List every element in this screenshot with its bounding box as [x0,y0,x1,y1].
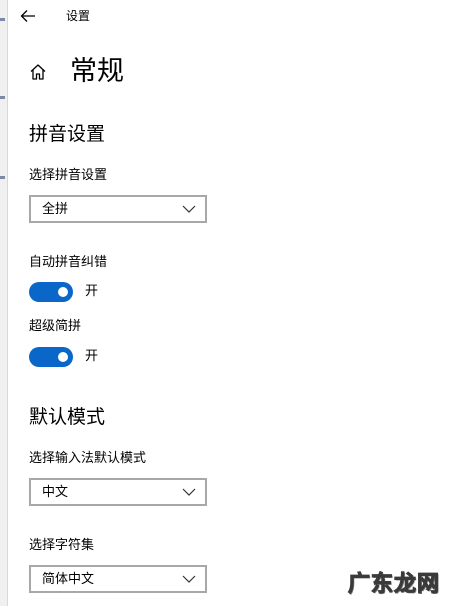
title-bar: 设置 [0,0,470,32]
chevron-down-icon [182,205,196,213]
super-jianpin-row: 开 [29,346,98,368]
back-button[interactable] [14,4,42,28]
super-jianpin-label: 超级简拼 [29,319,82,334]
home-icon [28,61,50,83]
toggle-knob [58,287,68,297]
pinyin-select[interactable]: 全拼 [29,195,207,223]
chevron-down-icon [182,488,196,496]
default-mode-select[interactable]: 中文 [29,478,207,506]
pinyin-select-value: 全拼 [42,202,69,217]
toggle-knob [58,352,68,362]
auto-correct-label: 自动拼音纠错 [29,255,108,270]
section-title-default-mode: 默认模式 [29,406,106,428]
super-jianpin-state: 开 [85,349,99,364]
edge-mark [0,176,5,179]
pinyin-select-label: 选择拼音设置 [29,168,108,183]
auto-correct-toggle[interactable] [29,282,73,302]
default-mode-select-value: 中文 [42,485,69,500]
default-mode-select-label: 选择输入法默认模式 [29,451,147,466]
edge-mark [0,96,5,99]
back-arrow-icon [20,10,35,22]
page-header: 常规 [28,52,124,92]
chevron-down-icon [182,575,196,583]
section-title-pinyin: 拼音设置 [29,123,106,145]
super-jianpin-toggle[interactable] [29,347,73,367]
watermark: 广东龙网 [347,572,440,598]
charset-select[interactable]: 简体中文 [29,565,207,593]
charset-select-label: 选择字符集 [29,538,95,553]
auto-correct-state: 开 [85,284,99,299]
settings-window: 设置 常规 拼音设置 选择拼音设置 全拼 自动拼音纠错 开 超级简拼 开 默认模… [0,0,470,606]
page-title: 常规 [70,56,124,87]
window-title: 设置 [66,9,91,23]
charset-select-value: 简体中文 [42,572,95,587]
auto-correct-row: 开 [29,281,98,303]
left-window-edge [0,0,8,606]
